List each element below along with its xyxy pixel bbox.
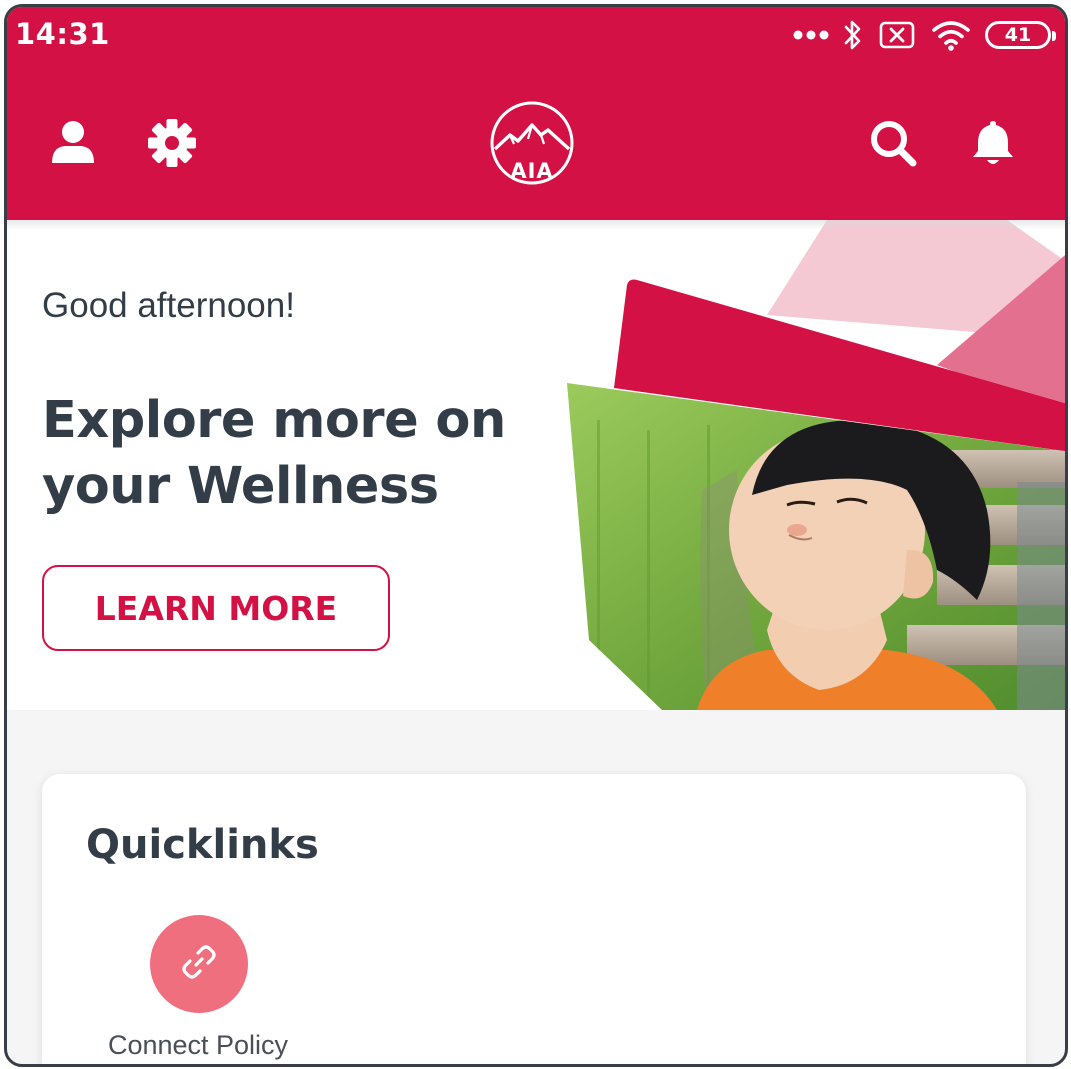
notification-bell-icon[interactable] bbox=[967, 117, 1019, 169]
quicklink-label: Connect Policy bbox=[107, 1030, 289, 1060]
search-icon[interactable] bbox=[867, 117, 919, 169]
battery-icon: 41 bbox=[985, 21, 1056, 49]
hero-title: Explore more on your Wellness bbox=[42, 391, 506, 516]
sim-off-icon bbox=[877, 20, 917, 50]
quicklink-connect-policy[interactable]: Connect Policy bbox=[98, 915, 298, 1060]
app-header: AIA bbox=[7, 67, 1065, 220]
battery-level: 41 bbox=[1004, 24, 1032, 46]
header-shadow bbox=[7, 220, 1065, 230]
app-screen: 14:31 41 AIA Good afternoon! Explore mor… bbox=[4, 4, 1068, 1067]
aia-logo: AIA bbox=[488, 99, 576, 187]
settings-icon[interactable] bbox=[146, 117, 198, 169]
bluetooth-icon bbox=[843, 18, 863, 52]
wifi-icon bbox=[931, 19, 971, 51]
user-icon[interactable] bbox=[47, 117, 99, 169]
link-icon bbox=[177, 940, 221, 988]
quicklinks-card: Quicklinks Connect Policy bbox=[42, 774, 1026, 1064]
quicklinks-title: Quicklinks bbox=[86, 822, 319, 868]
status-time: 14:31 bbox=[15, 17, 110, 51]
learn-more-button[interactable]: LEARN MORE bbox=[42, 565, 390, 651]
logo-text: AIA bbox=[510, 159, 553, 183]
status-icons: 41 bbox=[793, 17, 1056, 53]
status-bar: 14:31 41 bbox=[7, 7, 1065, 67]
greeting-text: Good afternoon! bbox=[42, 286, 295, 325]
hero-banner: Good afternoon! Explore more on your Wel… bbox=[7, 220, 1065, 710]
more-dots-icon bbox=[793, 29, 829, 41]
quicklink-icon-circle bbox=[150, 915, 248, 1013]
